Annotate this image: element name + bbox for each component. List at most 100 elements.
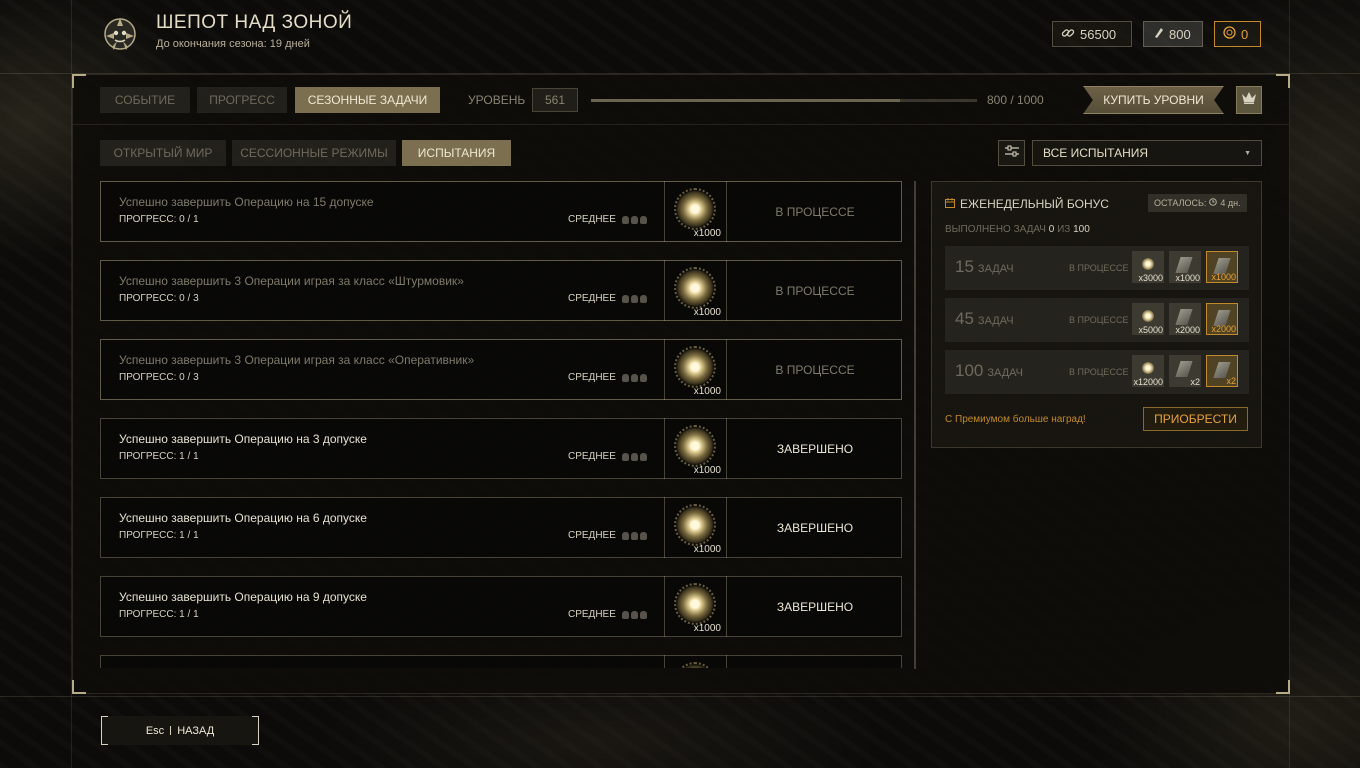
tier-status: В ПРОЦЕССЕ	[1069, 263, 1129, 273]
task-progress: ПРОГРЕСС: 1 / 1	[119, 609, 199, 620]
time-remaining-badge: ОСТАЛОСЬ: 4 дн.	[1148, 194, 1247, 212]
level-value: 561	[532, 88, 578, 112]
reward-item[interactable]: x3000	[1132, 251, 1164, 283]
task-difficulty: СРЕДНЕЕ	[568, 293, 647, 304]
energy-orb-icon	[674, 346, 716, 388]
difficulty-label: СРЕДНЕЕ	[568, 609, 616, 620]
reward-quantity: x2000	[1211, 324, 1236, 334]
dropdown-selected: ВСЕ ИСПЫТАНИЯ	[1043, 146, 1149, 160]
reward-item[interactable]: x1000	[1169, 251, 1201, 283]
weekly-bonus-title: ЕЖЕНЕДЕЛЬНЫЙ БОНУС	[960, 197, 1109, 211]
corner-decor	[1276, 680, 1290, 694]
subtab-challenges[interactable]: ИСПЫТАНИЯ	[402, 140, 511, 166]
subtab-open-world[interactable]: ОТКРЫТЫЙ МИР	[100, 140, 226, 166]
skull-icon	[621, 610, 647, 619]
tab-event[interactable]: СОБЫТИЕ	[100, 87, 190, 113]
premium-reward-item[interactable]: x2000	[1206, 303, 1238, 335]
remaining-label: ОСТАЛОСЬ:	[1154, 198, 1207, 208]
tier-count: 15 ЗАДАЧ	[955, 257, 1014, 277]
difficulty-label: СРЕДНЕЕ	[568, 214, 616, 225]
season-title: ШЕПОТ НАД ЗОНОЙ	[156, 12, 353, 33]
back-label: НАЗАД	[177, 724, 215, 737]
energy-orb-icon	[674, 267, 716, 309]
skull-icon	[621, 373, 647, 382]
premium-reward-item[interactable]: x1000	[1206, 251, 1238, 283]
energy-orb-icon	[674, 662, 716, 668]
skull-icon	[621, 452, 647, 461]
energy-orb-icon	[674, 583, 716, 625]
currency-ticket[interactable]: 800	[1143, 21, 1203, 47]
subtab-session-modes[interactable]: СЕССИОННЫЕ РЕЖИМЫ	[232, 140, 396, 166]
task-row[interactable]: Успешно завершить 3 Операции играя за кл…	[100, 339, 902, 400]
weekly-bonus-heading: ЕЖЕНЕДЕЛЬНЫЙ БОНУС	[945, 197, 1109, 211]
task-difficulty: СРЕДНЕЕ	[568, 530, 647, 541]
reward-quantity: x2	[1226, 376, 1236, 386]
currency-ticket-value: 800	[1169, 26, 1191, 42]
level-progress-fill	[591, 99, 900, 102]
challenge-filter-dropdown[interactable]: ВСЕ ИСПЫТАНИЯ ▼	[1032, 140, 1262, 166]
energy-orb-icon	[674, 504, 716, 546]
tier-number: 100	[955, 361, 984, 380]
task-status: ЗАВЕРШЕНО	[776, 599, 854, 614]
task-progress: ПРОГРЕСС: 0 / 1	[119, 214, 199, 225]
difficulty-label: СРЕДНЕЕ	[568, 372, 616, 383]
task-row[interactable]: Успешно завершить Операцию на 3 допуске П…	[100, 418, 902, 479]
task-reward[interactable]: x1000	[664, 339, 727, 400]
reward-quantity: x1000	[693, 544, 721, 555]
ticket-icon	[1152, 27, 1164, 42]
task-reward[interactable]: x1000	[664, 497, 727, 558]
acquire-premium-button[interactable]: ПРИОБРЕСТИ	[1143, 407, 1248, 431]
bottom-divider	[0, 696, 1360, 697]
done-value: 0	[1048, 224, 1055, 235]
task-reward[interactable]: x1000	[664, 260, 727, 321]
task-title: Успешно завершить Операцию на 15 допуске	[119, 195, 374, 209]
tier-status: В ПРОЦЕССЕ	[1069, 315, 1129, 325]
difficulty-label: СРЕДНЕЕ	[568, 451, 616, 462]
task-status: ЗАВЕРШЕНО	[776, 441, 854, 456]
filter-settings-button[interactable]	[998, 140, 1025, 166]
energy-orb-icon	[1142, 362, 1154, 374]
task-row[interactable]: Успешно завершить Операцию на 9 допуске П…	[100, 576, 902, 637]
premium-reward-item[interactable]: x2	[1206, 355, 1238, 387]
buy-levels-button[interactable]: КУПИТЬ УРОВНИ	[1083, 86, 1224, 114]
corner-decor	[72, 680, 86, 694]
task-progress: ПРОГРЕСС: 1 / 1	[119, 451, 199, 462]
reward-item[interactable]: x2000	[1169, 303, 1201, 335]
tier-count: 45 ЗАДАЧ	[955, 309, 1014, 329]
energy-orb-icon	[674, 188, 716, 230]
task-status: ЗАВЕРШЕНО	[776, 520, 854, 535]
reward-item[interactable]: x5000	[1132, 303, 1164, 335]
remaining-value: 4 дн.	[1220, 198, 1241, 208]
tab-progress[interactable]: ПРОГРЕСС	[197, 87, 287, 113]
season-remaining: До окончания сезона: 19 дней	[156, 38, 310, 50]
reward-item[interactable]: x2	[1169, 355, 1201, 387]
task-row-partial[interactable]	[100, 655, 902, 668]
task-reward[interactable]: x1000	[664, 418, 727, 479]
armor-plate-icon	[1175, 309, 1193, 325]
season-logo-icon	[100, 14, 140, 54]
task-title: Успешно завершить Операцию на 9 допуске	[119, 590, 367, 604]
currency-gold[interactable]: 0	[1214, 21, 1261, 47]
task-difficulty: СРЕДНЕЕ	[568, 451, 647, 462]
done-total: 100	[1073, 224, 1090, 235]
reward-quantity: x5000	[1138, 325, 1163, 335]
task-title: Успешно завершить Операцию на 3 допуске	[119, 432, 367, 446]
task-row[interactable]: Успешно завершить Операцию на 6 допуске П…	[100, 497, 902, 558]
tab-seasonal-tasks[interactable]: СЕЗОННЫЕ ЗАДАЧИ	[295, 87, 440, 113]
task-reward[interactable]: x1000	[664, 181, 727, 242]
task-row[interactable]: Успешно завершить 3 Операции играя за кл…	[100, 260, 902, 321]
task-row[interactable]: Успешно завершить Операцию на 15 допуске…	[100, 181, 902, 242]
back-button[interactable]: Esc НАЗАД	[101, 716, 259, 745]
reward-item[interactable]: x12000	[1132, 355, 1164, 387]
currency-chain[interactable]: 56500	[1052, 21, 1132, 47]
tier-number: 15	[955, 257, 974, 276]
task-difficulty: СРЕДНЕЕ	[568, 372, 647, 383]
separator	[170, 726, 172, 735]
premium-crown-button[interactable]	[1236, 86, 1262, 114]
energy-orb-icon	[674, 425, 716, 467]
energy-orb-icon	[1142, 310, 1154, 322]
task-reward	[664, 655, 727, 668]
task-list-scrollbar[interactable]	[914, 181, 916, 669]
task-reward[interactable]: x1000	[664, 576, 727, 637]
task-progress: ПРОГРЕСС: 1 / 1	[119, 530, 199, 541]
